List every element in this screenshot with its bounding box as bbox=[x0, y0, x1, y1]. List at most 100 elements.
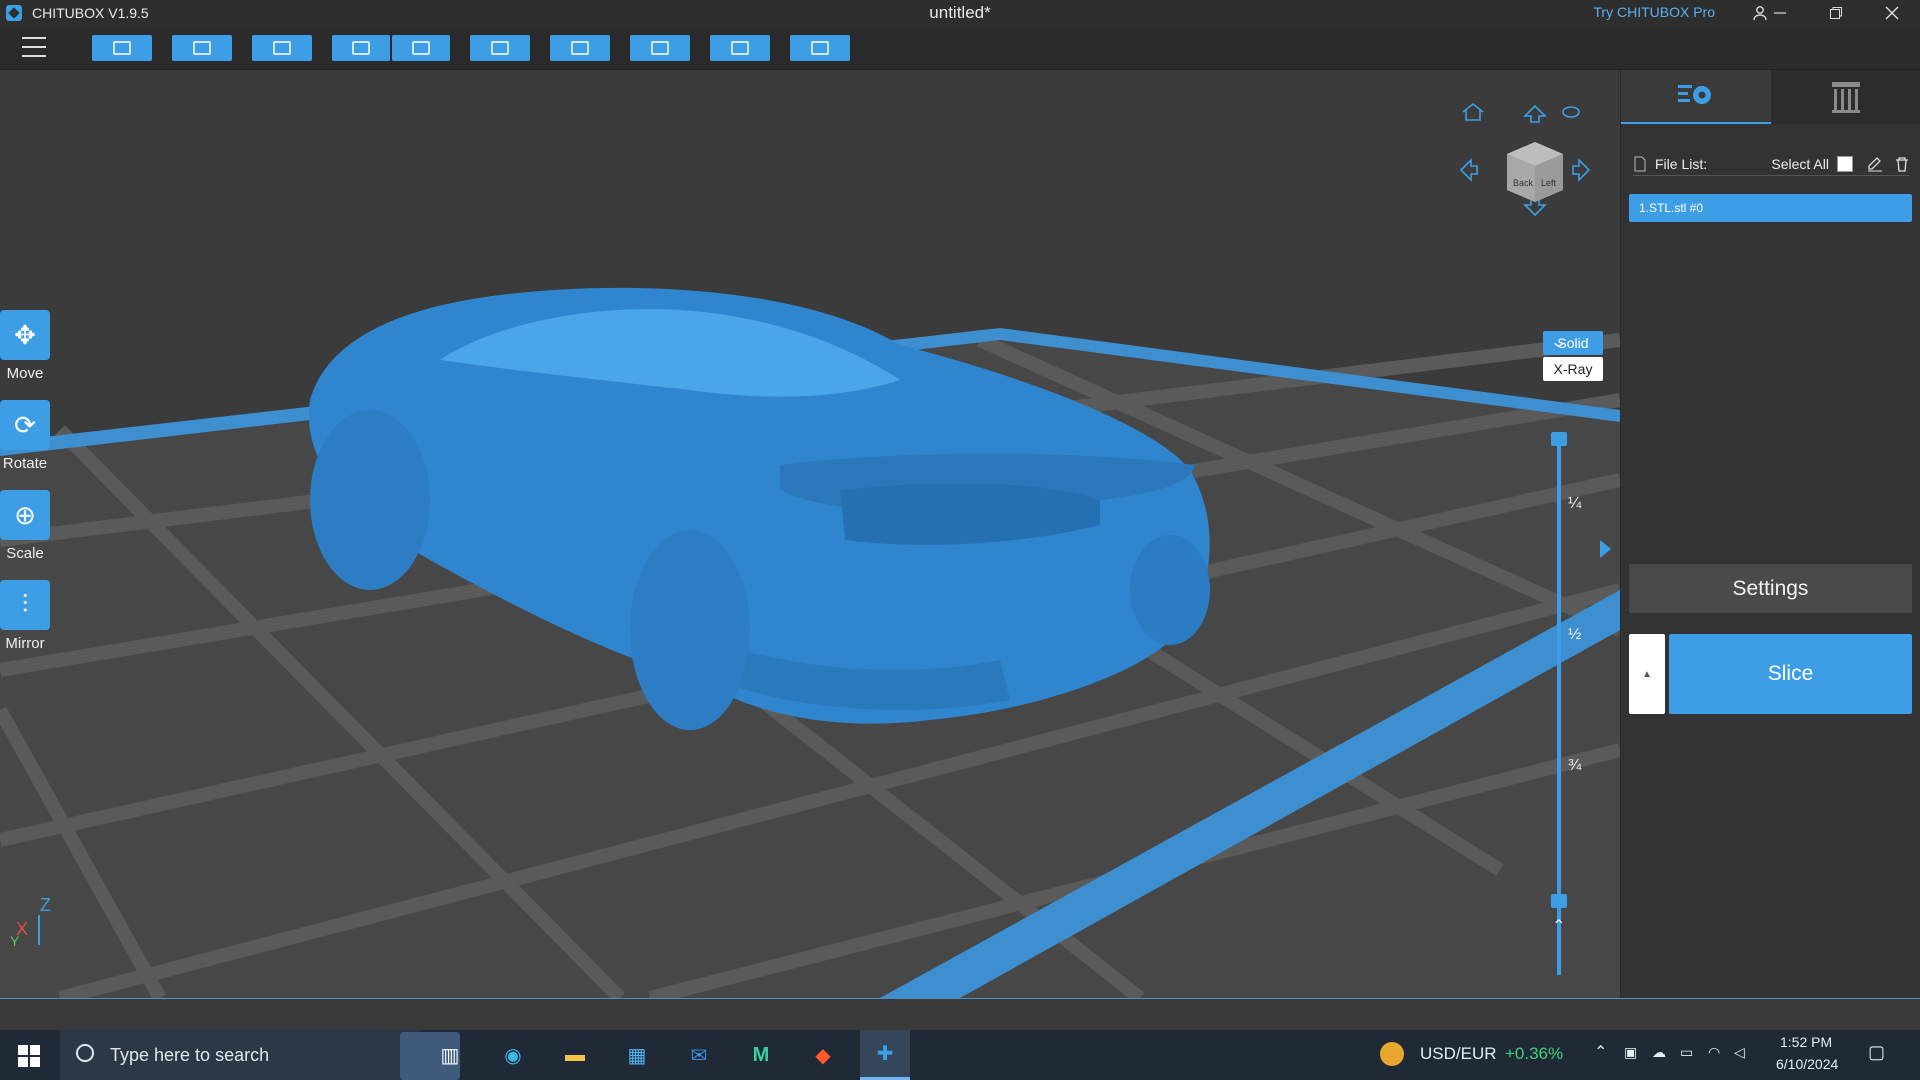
view-navigator: Back Left bbox=[1459, 102, 1591, 217]
chitubox-taskbar-icon[interactable]: ✚ bbox=[860, 1030, 910, 1080]
select-all-checkbox[interactable] bbox=[1837, 155, 1853, 172]
export-icon bbox=[811, 41, 829, 55]
scale-icon: ⊕ bbox=[0, 490, 50, 540]
slider-mark-quarter: ¼ bbox=[1568, 495, 1582, 512]
mirror-icon: ⫶ bbox=[0, 580, 50, 630]
brave-browser-icon[interactable]: ◆ bbox=[798, 1030, 848, 1080]
clock-date[interactable]: 6/10/2024 bbox=[1776, 1056, 1838, 1072]
windows-start-icon[interactable] bbox=[18, 1045, 40, 1067]
rotate-tool[interactable]: ⟳ Rotate bbox=[0, 400, 50, 472]
minimize-button[interactable] bbox=[1752, 0, 1808, 26]
undo-icon bbox=[352, 41, 370, 55]
tab-settings[interactable] bbox=[1621, 70, 1771, 124]
move-tool[interactable]: ✥ Move bbox=[0, 310, 50, 382]
rotate-icon: ⟳ bbox=[0, 400, 50, 450]
try-pro-link[interactable]: Try CHITUBOX Pro bbox=[1593, 4, 1715, 20]
cube-face-left: Left bbox=[1541, 178, 1557, 188]
panel-toggle-arrow-icon[interactable] bbox=[1600, 540, 1611, 558]
eye-icon bbox=[1562, 106, 1580, 118]
file-explorer-icon[interactable]: ▬ bbox=[550, 1030, 600, 1080]
save-icon bbox=[193, 41, 211, 55]
chitubox-logo-icon bbox=[6, 5, 22, 21]
open-file-icon bbox=[113, 41, 131, 55]
file-icon bbox=[1634, 156, 1646, 171]
status-bar bbox=[0, 998, 1920, 1030]
tray-overflow-chevron-icon[interactable]: ⌃ bbox=[1594, 1042, 1607, 1062]
wifi-icon[interactable]: ◠ bbox=[1708, 1044, 1720, 1061]
mail-icon[interactable]: ✉ bbox=[674, 1030, 724, 1080]
battery-icon[interactable]: ▭ bbox=[1680, 1044, 1693, 1061]
slider-collapse-chevron-icon[interactable]: ⌄ bbox=[1549, 332, 1568, 352]
close-button[interactable] bbox=[1864, 0, 1920, 26]
search-icon bbox=[76, 1044, 94, 1062]
layer-slider-top-handle[interactable] bbox=[1551, 432, 1567, 446]
center-icon bbox=[273, 41, 291, 55]
xray-view-button[interactable]: X-Ray bbox=[1543, 357, 1603, 381]
slice-button[interactable]: Slice bbox=[1669, 634, 1912, 714]
3d-viewport[interactable]: ✥ Move ⟳ Rotate ⊕ Scale ⫶ Mirror Back Le… bbox=[0, 70, 1620, 998]
edge-browser-icon[interactable]: ◉ bbox=[488, 1030, 538, 1080]
taskbar-search[interactable]: Type here to search bbox=[60, 1030, 460, 1080]
redo-icon bbox=[412, 41, 430, 55]
file-list-item[interactable]: 1.STL.stl #0 bbox=[1629, 194, 1912, 222]
scale-tool[interactable]: ⊕ Scale bbox=[0, 490, 50, 562]
support-button[interactable] bbox=[630, 35, 690, 61]
volume-icon[interactable]: ◁ bbox=[1734, 1044, 1745, 1061]
view-right-arrow-icon bbox=[1572, 158, 1591, 182]
ticker-name: USD/EUR bbox=[1420, 1044, 1497, 1063]
select-all-label: Select All bbox=[1771, 155, 1829, 172]
currency-icon bbox=[1380, 1042, 1404, 1066]
tab-support[interactable] bbox=[1771, 70, 1920, 124]
hollow-button[interactable] bbox=[550, 35, 610, 61]
edit-icon bbox=[1868, 156, 1882, 171]
open-file-button[interactable] bbox=[92, 35, 152, 61]
windows-taskbar: Type here to search ▥ ◉ ▬ ▦ ✉ M ◆ ✚ USD/… bbox=[0, 1030, 1920, 1080]
trash-icon bbox=[1896, 156, 1908, 172]
settings-button[interactable]: Settings bbox=[1629, 564, 1912, 613]
axis-y-label: Y bbox=[10, 933, 20, 949]
search-placeholder: Type here to search bbox=[110, 1044, 270, 1065]
axis-gizmo: Z X Y bbox=[8, 895, 58, 955]
task-view-icon[interactable]: ▥ bbox=[425, 1030, 475, 1080]
platform-button[interactable] bbox=[710, 35, 770, 61]
meet-now-icon[interactable]: ▣ bbox=[1624, 1044, 1637, 1061]
restore-button[interactable] bbox=[1808, 0, 1864, 26]
undo-button[interactable] bbox=[332, 35, 390, 61]
menu-icon[interactable] bbox=[22, 37, 46, 57]
slider-expand-chevron-icon[interactable]: ⌃ bbox=[1552, 916, 1565, 936]
layout-button[interactable] bbox=[470, 35, 530, 61]
mirror-tool[interactable]: ⫶ Mirror bbox=[0, 580, 50, 652]
title-bar: CHITUBOX V1.9.5 untitled* Try CHITUBOX P… bbox=[0, 0, 1920, 26]
notifications-icon[interactable]: ▢ bbox=[1868, 1042, 1885, 1063]
slice-options-caret-icon[interactable]: ▲ bbox=[1629, 634, 1665, 714]
slider-mark-half: ½ bbox=[1568, 626, 1582, 643]
axis-z-label: Z bbox=[40, 895, 51, 915]
slider-mark-three-quarter: ¾ bbox=[1568, 757, 1582, 774]
view-up-arrow-icon bbox=[1523, 104, 1547, 123]
file-list-header: File List: Select All bbox=[1633, 152, 1909, 176]
layer-slider-bottom-handle[interactable] bbox=[1551, 894, 1567, 908]
file-list-label: File List: bbox=[1655, 155, 1708, 172]
microsoft-store-icon[interactable]: ▦ bbox=[612, 1030, 662, 1080]
platform-icon bbox=[731, 41, 749, 55]
main-toolbar bbox=[0, 26, 1920, 70]
export-button[interactable] bbox=[790, 35, 850, 61]
rotate-label: Rotate bbox=[2, 455, 48, 472]
clock-time[interactable]: 1:52 PM bbox=[1780, 1034, 1832, 1050]
move-label: Move bbox=[6, 365, 44, 382]
build-plate-grid bbox=[0, 287, 1620, 998]
scale-label: Scale bbox=[6, 545, 44, 562]
onedrive-icon[interactable]: ☁ bbox=[1652, 1044, 1666, 1061]
redo-button[interactable] bbox=[392, 35, 450, 61]
hollow-icon bbox=[571, 41, 589, 55]
support-tab-icon bbox=[1832, 82, 1860, 113]
cube-face-back: Back bbox=[1513, 178, 1534, 188]
center-button[interactable] bbox=[252, 35, 312, 61]
app-name: CHITUBOX V1.9.5 bbox=[32, 5, 149, 21]
save-button[interactable] bbox=[172, 35, 232, 61]
maps-app-icon[interactable]: M bbox=[736, 1030, 786, 1080]
home-view-icon bbox=[1462, 102, 1484, 121]
right-panel: File List: Select All 1.STL.stl #0 Setti… bbox=[1620, 70, 1920, 998]
mirror-label: Mirror bbox=[5, 635, 45, 652]
ticker-change: +0.36% bbox=[1505, 1044, 1564, 1063]
